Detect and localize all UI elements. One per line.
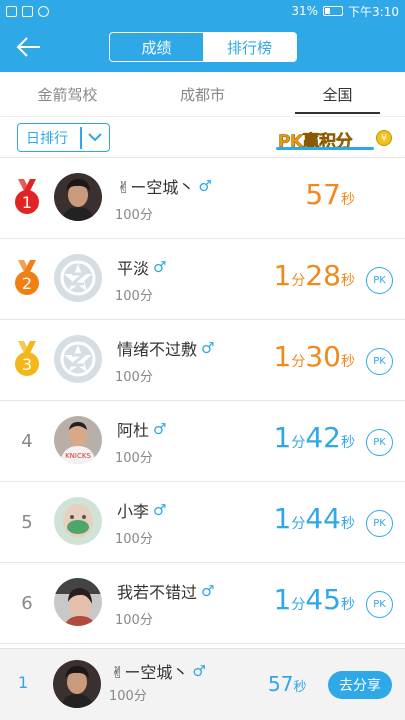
pk-button[interactable]: PK bbox=[366, 429, 393, 456]
medal-icon: 3 bbox=[12, 339, 42, 379]
segment-control: 成绩 排行榜 bbox=[109, 32, 297, 62]
male-icon: ♂ bbox=[201, 582, 215, 600]
leaderboard-row[interactable]: 3 情绪不过敷 ♂ 100分 1 分 30 秒 PK bbox=[0, 320, 405, 401]
my-score: 100分 bbox=[109, 689, 147, 704]
my-rank-bar: 1 ✌ー空城丶 ♂ 100分 57 秒 去分享 bbox=[0, 648, 405, 720]
leaderboard-row[interactable]: 4 KNICKS 阿杜 ♂ 100分 1 分 42 秒 PK bbox=[0, 401, 405, 482]
sync-icon bbox=[38, 5, 49, 17]
pk-button[interactable]: PK bbox=[366, 591, 393, 618]
user-score: 100分 bbox=[115, 289, 153, 304]
avatar[interactable] bbox=[54, 497, 102, 545]
svg-text:2: 2 bbox=[22, 274, 32, 293]
rank-number: 6 bbox=[21, 592, 33, 614]
my-name: ✌ー空城丶 bbox=[111, 663, 189, 682]
male-icon: ♂ bbox=[153, 420, 167, 438]
battery-icon bbox=[323, 6, 344, 16]
male-icon: ♂ bbox=[153, 258, 167, 276]
user-name-row: 阿杜 ♂ bbox=[117, 417, 166, 441]
user-name: 阿杜 bbox=[117, 421, 150, 440]
filter-bar: 日排行 PK赢积分 ¥ bbox=[0, 116, 405, 158]
user-score: 100分 bbox=[115, 532, 153, 547]
clock: 下午3:10 bbox=[348, 4, 399, 19]
coin-icon: ¥ bbox=[376, 130, 392, 146]
completion-time: 1 分 45 秒 bbox=[273, 583, 355, 616]
user-score: 100分 bbox=[115, 613, 153, 628]
leaderboard-row[interactable]: 5 小李 ♂ 100分 1 分 44 秒 PK bbox=[0, 482, 405, 563]
male-icon: ♂ bbox=[153, 501, 167, 519]
rank-number: 5 bbox=[21, 511, 33, 533]
user-score: 100分 bbox=[115, 370, 153, 385]
avatar[interactable] bbox=[54, 578, 102, 626]
rank-number: 4 bbox=[21, 430, 33, 452]
svg-text:1: 1 bbox=[22, 193, 32, 212]
period-dropdown[interactable]: 日排行 bbox=[17, 123, 110, 152]
svg-text:KNICKS: KNICKS bbox=[65, 452, 91, 460]
battery-percent: 31% bbox=[291, 4, 319, 18]
my-time: 57 秒 bbox=[268, 672, 307, 696]
chevron-down-icon bbox=[82, 133, 110, 142]
user-name: 情绪不过敷 bbox=[117, 340, 198, 359]
leaderboard-row[interactable]: 1 ✌ー空城丶 ♂ 100分 57 秒 bbox=[0, 158, 405, 239]
male-icon: ♂ bbox=[198, 177, 212, 195]
completion-time: 57 秒 bbox=[305, 178, 355, 211]
avatar[interactable] bbox=[54, 173, 102, 221]
avatar[interactable] bbox=[54, 254, 102, 302]
user-name-row: 情绪不过敷 ♂ bbox=[117, 336, 214, 360]
medal-icon: 2 bbox=[12, 258, 42, 298]
back-button[interactable] bbox=[14, 34, 44, 60]
male-icon: ♂ bbox=[192, 662, 206, 680]
pk-button[interactable]: PK bbox=[366, 267, 393, 294]
segment-scores[interactable]: 成绩 bbox=[110, 33, 203, 61]
avatar[interactable]: KNICKS bbox=[54, 416, 102, 464]
app-header: 成绩 排行榜 bbox=[0, 22, 405, 72]
share-button[interactable]: 去分享 bbox=[328, 671, 392, 699]
scope-tabs: 金箭驾校 成都市 全国 bbox=[0, 72, 405, 116]
user-name-row: ✌ー空城丶 ♂ bbox=[117, 174, 212, 198]
completion-time: 1 分 28 秒 bbox=[273, 259, 355, 292]
user-name: 我若不错过 bbox=[117, 583, 198, 602]
pk-win-points-banner[interactable]: PK赢积分 ¥ bbox=[272, 122, 394, 152]
medal-icon: 1 bbox=[12, 177, 42, 217]
my-avatar bbox=[53, 660, 101, 708]
svg-text:3: 3 bbox=[22, 355, 32, 374]
notification-icon bbox=[6, 5, 17, 17]
user-name-row: 我若不错过 ♂ bbox=[117, 579, 214, 603]
segment-leaderboard[interactable]: 排行榜 bbox=[203, 33, 296, 61]
completion-time: 1 分 44 秒 bbox=[273, 502, 355, 535]
pk-button[interactable]: PK bbox=[366, 510, 393, 537]
user-name: 平淡 bbox=[117, 259, 150, 278]
user-score: 100分 bbox=[115, 451, 153, 466]
my-rank-number: 1 bbox=[18, 673, 29, 692]
back-arrow-icon bbox=[16, 37, 40, 57]
tab-city[interactable]: 成都市 bbox=[135, 72, 270, 116]
my-name-row: ✌ー空城丶 ♂ bbox=[111, 659, 206, 683]
user-name: 小李 bbox=[117, 502, 150, 521]
user-name: ✌ー空城丶 bbox=[117, 178, 195, 197]
user-score: 100分 bbox=[115, 208, 153, 223]
tab-national[interactable]: 全国 bbox=[270, 72, 405, 116]
user-name-row: 小李 ♂ bbox=[117, 498, 166, 522]
app-icon bbox=[22, 5, 33, 17]
male-icon: ♂ bbox=[201, 339, 215, 357]
user-name-row: 平淡 ♂ bbox=[117, 255, 166, 279]
status-bar: 31% 下午3:10 bbox=[0, 0, 405, 22]
pk-button[interactable]: PK bbox=[366, 348, 393, 375]
period-label: 日排行 bbox=[26, 130, 68, 147]
tab-school[interactable]: 金箭驾校 bbox=[0, 72, 135, 116]
avatar[interactable] bbox=[54, 335, 102, 383]
completion-time: 1 分 30 秒 bbox=[273, 340, 355, 373]
leaderboard-row[interactable]: 6 我若不错过 ♂ 100分 1 分 45 秒 PK bbox=[0, 563, 405, 644]
completion-time: 1 分 42 秒 bbox=[273, 421, 355, 454]
leaderboard-row[interactable]: 2 平淡 ♂ 100分 1 分 28 秒 PK bbox=[0, 239, 405, 320]
